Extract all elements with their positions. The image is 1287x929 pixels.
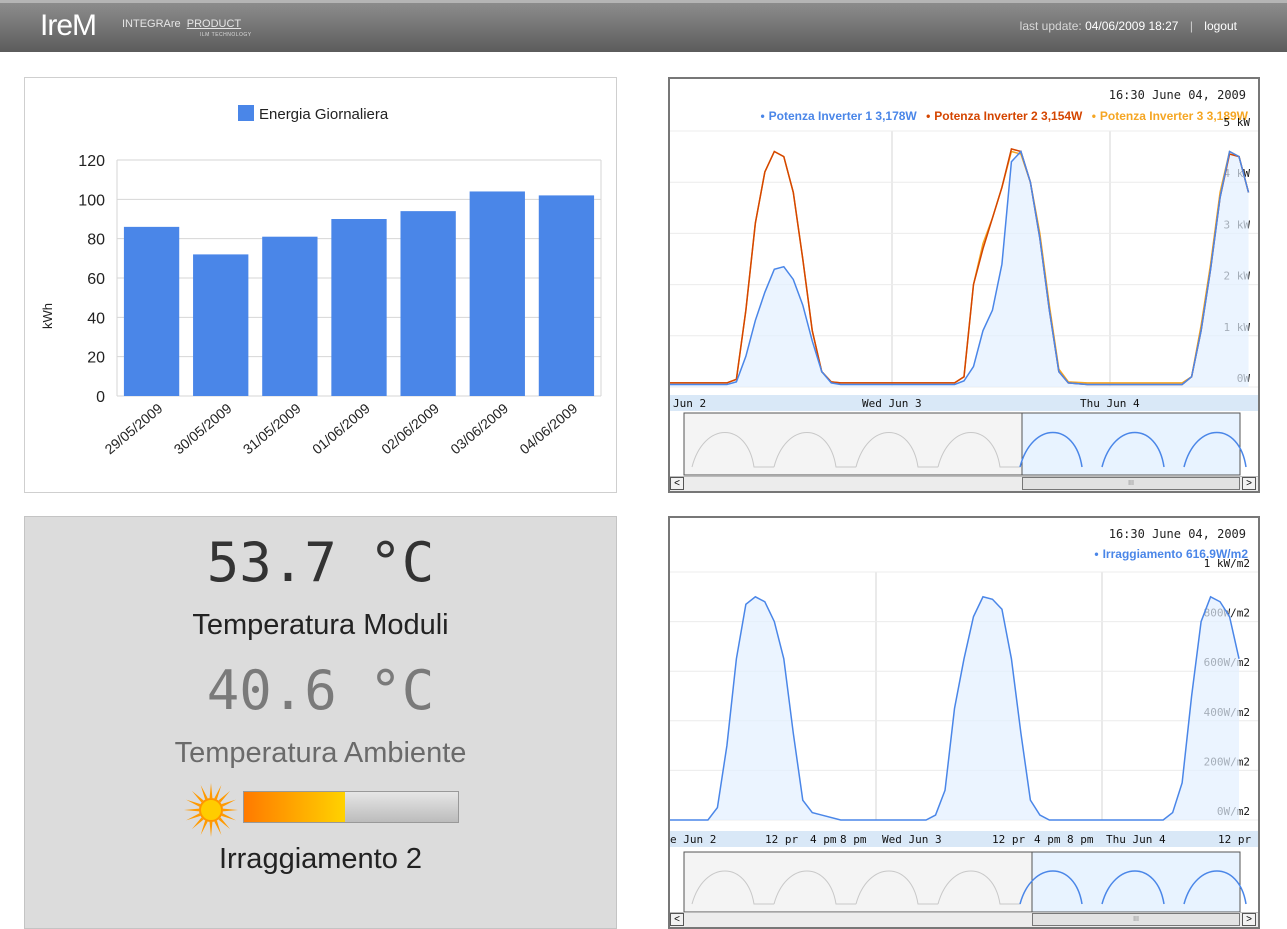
sun-ray	[214, 785, 222, 800]
sun-icon	[184, 783, 238, 837]
brand-integrare: INTEGRAre	[122, 18, 181, 30]
logout-link[interactable]: logout	[1204, 19, 1237, 33]
x-tick-label: Wed Jun 3	[882, 833, 942, 846]
sun-ray	[221, 799, 236, 807]
y-tick-label: 20	[87, 350, 105, 367]
bar	[469, 191, 525, 396]
scroll-thumb[interactable]: III	[1022, 477, 1240, 490]
sun-ray	[221, 813, 236, 821]
irradiance-gauge-fill	[244, 792, 345, 822]
y-tick-label: 80	[87, 232, 105, 249]
ambient-temperature-value: 40.6 °C	[206, 659, 435, 722]
overview-selected-region	[1031, 851, 1241, 913]
bar	[538, 195, 595, 396]
irradiance-line-chart[interactable]: 0W/m2200W/m2400W/m2600W/m2800W/m21 kW/m2…	[670, 518, 1258, 927]
scroll-thumb[interactable]: III	[1032, 913, 1240, 926]
scroll-right-button[interactable]: >	[1242, 913, 1256, 926]
x-tick-label: 30/05/2009	[171, 400, 235, 457]
y-tick-label: 0	[96, 389, 105, 406]
ambient-temperature-label: Temperatura Ambiente	[174, 737, 467, 769]
x-tick-label: 02/06/2009	[378, 400, 442, 457]
x-tick-label: 8 pm	[840, 833, 867, 846]
sun-ray	[209, 783, 213, 799]
x-tick-label: 01/06/2009	[309, 400, 373, 457]
sun-ray	[191, 817, 204, 830]
x-tick-label: 12 pr	[765, 833, 798, 846]
top-bar: IreM INTEGRAre PRODUCT ILM TECHNOLOGY la…	[0, 0, 1287, 52]
brand-product: PRODUCT	[186, 18, 242, 30]
irradiance-scrollbar[interactable]: < III >	[670, 912, 1258, 927]
y-tick-label: 1 kW/m2	[1204, 557, 1250, 570]
last-update-value: 04/06/2009 18:27	[1085, 19, 1179, 33]
energy-bar-chart: Energia Giornaliera kWh 020406080100120 …	[40, 105, 602, 457]
x-tick-label: 04/06/2009	[516, 400, 580, 457]
irradiance-chart-panel: 16:30 June 04, 2009 • Irraggiamento 616.9…	[668, 516, 1260, 929]
overview-past-region	[683, 851, 1033, 913]
power-line-chart[interactable]: 0W1 kW2 kW3 kW4 kW5 kWJun 2Wed Jun 3Thu …	[670, 79, 1258, 491]
series-area	[670, 151, 1249, 387]
module-temperature-label: Temperatura Moduli	[192, 609, 449, 641]
brand-tech: ILM TECHNOLOGY	[200, 32, 252, 38]
sun-ray	[184, 808, 200, 812]
x-tick-label: 4 pm	[1034, 833, 1061, 846]
x-tick-label: Thu Jun 4	[1080, 397, 1140, 410]
x-tick-label: 12 pr	[992, 833, 1025, 846]
y-tick-label: 5 kW	[1224, 116, 1251, 129]
x-tick-label: 4 pm	[810, 833, 837, 846]
sun-ray	[222, 808, 238, 812]
bar	[331, 219, 387, 396]
x-axis-band	[670, 831, 1258, 847]
sun-ray	[200, 820, 208, 835]
power-scrollbar[interactable]: < III >	[670, 476, 1258, 491]
legend-label: Energia Giornaliera	[259, 106, 389, 123]
bar	[400, 211, 456, 396]
x-tick-label: Wed Jun 3	[862, 397, 922, 410]
x-axis-band	[670, 395, 1258, 411]
app-logo[interactable]: IreM	[40, 9, 97, 43]
last-update-label: last update:	[1019, 19, 1082, 33]
header-status: last update: 04/06/2009 18:27 | logout	[1020, 19, 1237, 33]
scroll-right-button[interactable]: >	[1242, 477, 1256, 490]
sun-ray	[214, 820, 222, 835]
power-chart-panel: 16:30 June 04, 2009 • Potenza Inverter 1 …	[668, 77, 1260, 493]
x-tick-label: Thu Jun 4	[1106, 833, 1166, 846]
x-tick-label: 31/05/2009	[240, 400, 304, 457]
y-axis-label: kWh	[40, 303, 55, 329]
y-tick-label: 60	[87, 271, 105, 288]
energy-chart-panel: Energia Giornaliera kWh 0 20 40 60 80 100 120 …	[24, 77, 617, 493]
x-tick-label: 29/05/2009	[102, 400, 166, 457]
irradiance-label: Irraggiamento 2	[218, 843, 423, 875]
x-tick-label: 8 pm	[1067, 833, 1094, 846]
bar	[123, 226, 180, 396]
module-temperature-value: 53.7 °C	[206, 531, 435, 594]
sun-ray	[218, 817, 231, 830]
scroll-left-button[interactable]: <	[670, 913, 684, 926]
y-tick-label: 120	[78, 153, 105, 170]
x-tick-label: e Jun 2	[670, 833, 716, 846]
x-tick-label: Jun 2	[673, 397, 706, 410]
sun-ray	[200, 785, 208, 800]
sun-ray	[186, 799, 201, 807]
y-tick-label: 100	[78, 192, 105, 209]
brand-text: INTEGRAre PRODUCT	[122, 18, 241, 30]
legend-swatch	[238, 105, 254, 121]
header-separator: |	[1189, 19, 1193, 33]
sun-ray	[186, 813, 201, 821]
overview-past-region	[683, 412, 1023, 476]
bar	[193, 254, 249, 396]
overview-selected-region	[1021, 412, 1241, 476]
x-tick-label: 03/06/2009	[447, 400, 511, 457]
x-tick-label: 12 pr	[1218, 833, 1251, 846]
y-tick-label: 40	[87, 310, 105, 327]
sun-ray	[218, 790, 231, 803]
bar	[262, 236, 318, 396]
sun-ray	[209, 821, 213, 837]
scroll-left-button[interactable]: <	[670, 477, 684, 490]
temperature-panel: 53.7 °C Temperatura Moduli 40.6 °C Tempe…	[24, 516, 617, 929]
sun-ray	[191, 790, 204, 803]
irradiance-gauge	[243, 791, 459, 823]
